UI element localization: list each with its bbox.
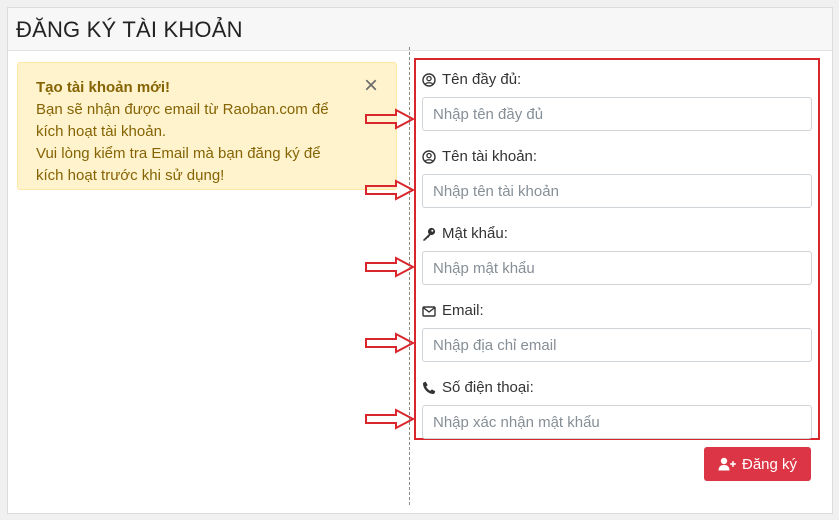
field-label: Tên đầy đủ: — [442, 71, 522, 88]
username-input[interactable] — [422, 174, 812, 208]
field-label: Tên tài khoản: — [442, 148, 538, 165]
phone-icon — [423, 381, 436, 394]
full-name-input[interactable] — [422, 97, 812, 131]
user-circle-icon — [422, 73, 436, 87]
field-username: Tên tài khoản: — [422, 147, 814, 208]
password-input[interactable] — [422, 251, 812, 285]
registration-form: Tên đầy đủ: Tên tài khoản: Mật khẩu: — [414, 58, 820, 440]
alert-line: Vui lòng kiểm tra Email mà bạn đăng ký đ… — [36, 145, 321, 162]
field-label-row: Tên tài khoản: — [422, 147, 814, 167]
register-button[interactable]: Đăng ký — [704, 447, 811, 481]
field-email: Email: — [422, 301, 814, 362]
alert-title: Tạo tài khoản mới! — [36, 79, 171, 96]
page-title: ĐĂNG KÝ TÀI KHOẢN — [16, 17, 243, 42]
annotation-arrow-icon — [365, 179, 416, 201]
user-circle-icon — [422, 150, 436, 164]
field-password: Mật khẩu: — [422, 224, 814, 285]
field-label: Email: — [442, 302, 484, 319]
user-plus-icon — [718, 457, 736, 471]
panel-header: ĐĂNG KÝ TÀI KHOẢN — [8, 8, 832, 51]
annotation-arrow-icon — [365, 256, 416, 278]
field-label-row: Email: — [422, 301, 814, 321]
field-label-row: Số điện thoại: — [422, 378, 814, 398]
register-button-label: Đăng ký — [741, 455, 798, 473]
field-phone: Số điện thoại: — [422, 378, 814, 439]
field-label-row: Tên đầy đủ: — [422, 70, 814, 90]
phone-input[interactable] — [422, 405, 812, 439]
field-full-name: Tên đầy đủ: — [422, 70, 814, 131]
annotation-arrow-icon — [365, 332, 416, 354]
alert-line: kích hoạt trước khi sử dụng! — [36, 167, 225, 184]
annotation-arrow-icon — [365, 108, 416, 130]
alert-line: kích hoạt tài khoản. — [36, 123, 167, 140]
field-label-row: Mật khẩu: — [422, 224, 814, 244]
close-icon[interactable]: × — [364, 73, 378, 99]
key-icon — [423, 227, 436, 241]
envelope-icon — [422, 306, 436, 317]
email-input[interactable] — [422, 328, 812, 362]
info-alert: Tạo tài khoản mới! Bạn sẽ nhận được emai… — [17, 62, 397, 190]
annotation-arrow-icon — [365, 408, 416, 430]
field-label: Mật khẩu: — [442, 225, 508, 242]
field-label: Số điện thoại: — [442, 379, 534, 396]
alert-line: Bạn sẽ nhận được email từ Raoban.com để — [36, 101, 329, 118]
